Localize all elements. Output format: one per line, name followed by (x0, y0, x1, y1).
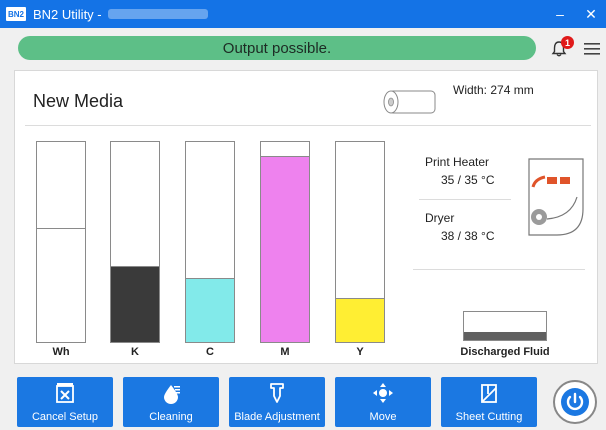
ink-label-k: K (131, 346, 139, 358)
discharged-fluid-fill (464, 331, 546, 340)
media-name: New Media (33, 91, 124, 111)
dryer-value: 38 / 38 °C (441, 229, 495, 243)
ink-label-y: Y (356, 346, 364, 358)
dryer-label: Dryer (425, 211, 455, 225)
move-arrows-icon (335, 382, 431, 404)
notification-badge: 1 (561, 36, 574, 49)
heater-divider (419, 199, 511, 200)
blade-adjustment-button[interactable]: Blade Adjustment (229, 377, 325, 427)
ink-level-y (335, 141, 385, 343)
cancel-setup-icon (17, 382, 113, 404)
title-redacted (107, 9, 208, 19)
discharged-fluid-tank (463, 311, 547, 341)
printer-diagram-icon (527, 157, 585, 237)
ink-level-wh (36, 141, 86, 343)
status-message: Output possible. (18, 36, 536, 60)
discharged-fluid-label: Discharged Fluid (460, 346, 550, 358)
move-button[interactable]: Move (335, 377, 431, 427)
ink-fill-wh (37, 228, 85, 342)
move-label: Move (369, 411, 397, 423)
ink-level-c (185, 141, 235, 343)
ink-level-m (260, 141, 310, 343)
cleaning-drop-icon (123, 382, 219, 404)
sheet-cutting-icon (441, 382, 537, 404)
ink-label-wh: Wh (52, 346, 70, 358)
title-bar: BN2 BN2 Utility - – ✕ (0, 0, 606, 28)
window-title: BN2 Utility - (33, 6, 102, 22)
ink-fill-y (336, 298, 384, 342)
sheet-cutting-label: Sheet Cutting (455, 411, 523, 423)
ink-fill-c (186, 278, 234, 342)
panel-divider (25, 125, 591, 126)
ink-level-k (110, 141, 160, 343)
status-text: Output possible. (222, 39, 332, 57)
blade-icon (229, 382, 325, 404)
ink-fill-m (261, 156, 309, 342)
ink-fill-k (111, 266, 159, 342)
sheet-cutting-button[interactable]: Sheet Cutting (441, 377, 537, 427)
media-roll-icon (381, 89, 437, 115)
media-width: Width: 274 mm (453, 83, 534, 97)
print-heater-label: Print Heater (425, 155, 490, 169)
cleaning-button[interactable]: Cleaning (123, 377, 219, 427)
close-button[interactable]: ✕ (576, 0, 606, 28)
minimize-button[interactable]: – (545, 0, 575, 28)
section-divider (413, 269, 585, 270)
hamburger-menu-icon[interactable] (584, 42, 600, 55)
ink-label-m: M (280, 346, 290, 358)
blade-adjustment-label: Blade Adjustment (234, 411, 320, 423)
power-icon (561, 388, 589, 416)
cancel-setup-label: Cancel Setup (31, 411, 99, 423)
print-heater-value: 35 / 35 °C (441, 173, 495, 187)
app-logo-icon: BN2 (6, 7, 26, 21)
cancel-setup-button[interactable]: Cancel Setup (17, 377, 113, 427)
ink-label-c: C (206, 346, 214, 358)
cleaning-label: Cleaning (149, 411, 193, 423)
media-status-panel: New Media Width: 274 mm Wh K C M Y Print… (14, 70, 598, 364)
power-button[interactable] (553, 380, 597, 424)
